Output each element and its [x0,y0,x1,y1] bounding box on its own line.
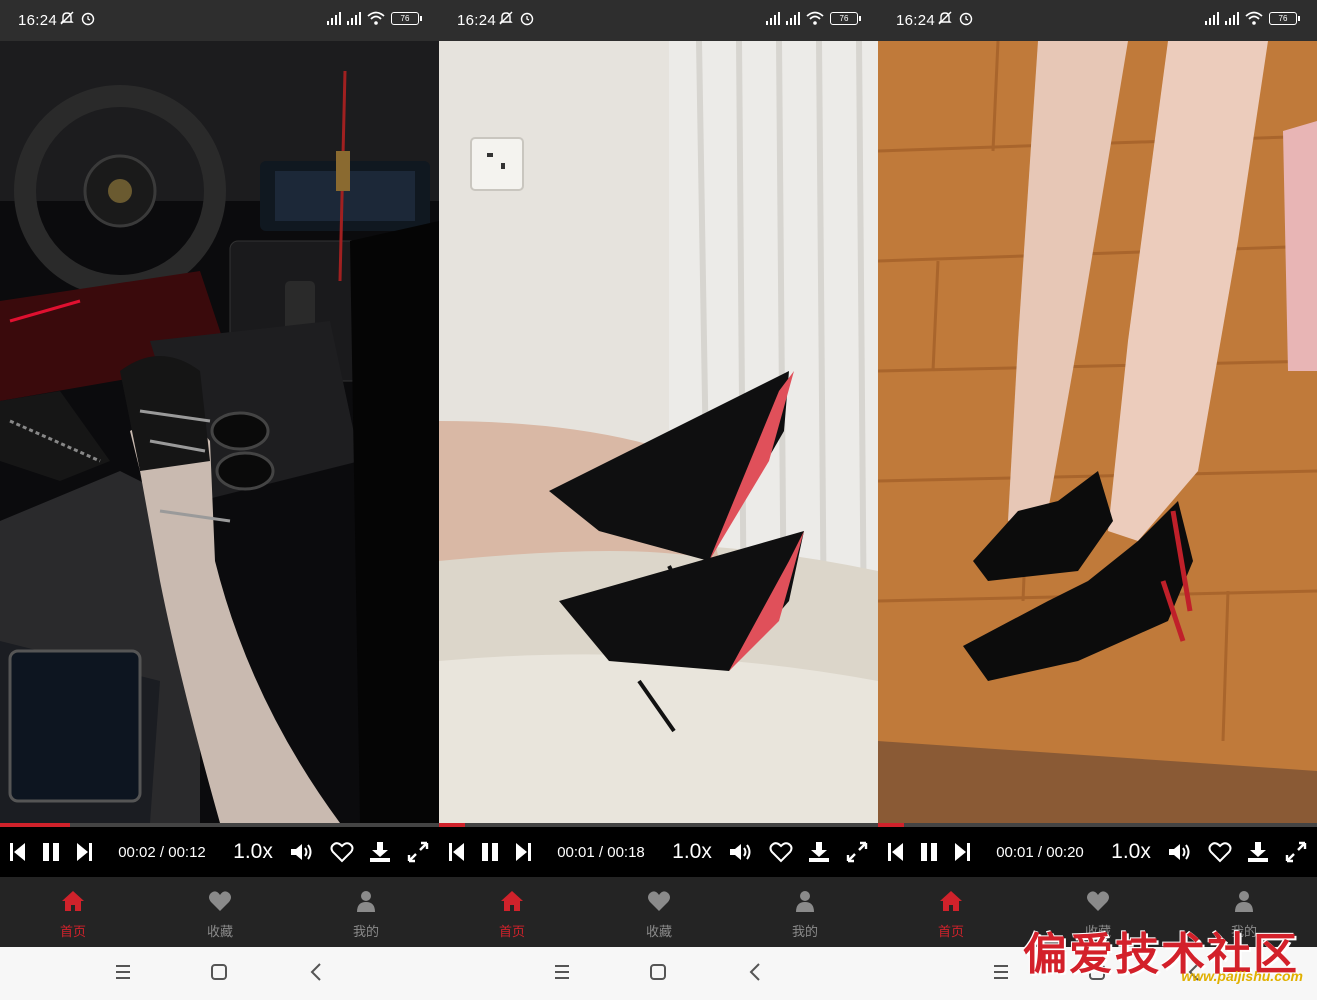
bottom-tab-bar: 首页 收藏 我的 [0,877,439,947]
status-time: 16:24 [18,12,58,29]
home-icon [940,891,962,911]
tab-home[interactable]: 首页 [462,877,562,947]
previous-icon[interactable] [884,827,908,877]
menu-icon[interactable] [547,957,577,987]
status-time: 16:24 [896,12,936,29]
signal-icon [1225,11,1239,25]
wifi-icon [806,11,824,25]
download-icon[interactable] [366,827,394,877]
menu-icon[interactable] [108,957,138,987]
tab-home[interactable]: 首页 [901,877,1001,947]
battery-icon: 76 [391,11,422,25]
home-square-icon[interactable] [643,957,673,987]
tab-profile[interactable]: 我的 [316,877,416,947]
tab-favorites[interactable]: 收藏 [609,877,709,947]
watermark: 偏爱技术社区 www.paijishu.com [1009,918,1309,993]
user-icon [796,891,814,912]
mute-icon [60,11,74,25]
status-bar: 16:24 76 [439,0,878,41]
heart-icon[interactable] [328,827,356,877]
back-icon[interactable] [302,957,332,987]
fullscreen-icon[interactable] [1282,827,1310,877]
signal-hd-icon [766,11,780,25]
tab-profile[interactable]: 我的 [755,877,855,947]
video-image-car-interior [0,41,439,823]
home-icon [501,891,523,911]
battery-icon: 76 [1269,11,1300,25]
signal-icon [347,11,361,25]
video-frame[interactable] [878,41,1317,823]
download-icon[interactable] [805,827,833,877]
pause-icon[interactable] [916,827,942,877]
tab-favorites[interactable]: 收藏 [170,877,270,947]
user-icon [1235,891,1253,912]
watermark-url: www.paijishu.com [1181,968,1303,984]
signal-hd-icon [1205,11,1219,25]
fullscreen-icon[interactable] [843,827,871,877]
signal-icon [786,11,800,25]
home-icon [62,891,84,911]
status-bar: 16:24 76 [0,0,439,41]
system-nav-bar [0,947,439,1000]
next-icon[interactable] [511,827,535,877]
battery-icon: 76 [830,11,861,25]
previous-icon[interactable] [6,827,30,877]
tab-label-profile: 我的 [352,924,379,939]
phone-screen-2: 16:24 76 00:01 / 00:18 1.0x 首页 收藏 我的 [439,0,878,1000]
wifi-icon [1245,11,1263,25]
pause-icon[interactable] [477,827,503,877]
next-icon[interactable] [72,827,96,877]
playback-speed-button[interactable]: 1.0x [1106,827,1156,877]
heart-icon[interactable] [1206,827,1234,877]
previous-icon[interactable] [445,827,469,877]
playback-speed-button[interactable]: 1.0x [228,827,278,877]
tab-label-home: 首页 [498,924,525,939]
user-icon [357,891,375,912]
bottom-tab-bar: 首页 收藏 我的 [439,877,878,947]
playback-speed-button[interactable]: 1.0x [667,827,717,877]
status-bar: 16:24 76 [878,0,1317,41]
video-image-heels-on-floor [878,41,1317,823]
mute-icon [499,11,513,25]
wifi-icon [367,11,385,25]
next-icon[interactable] [950,827,974,877]
tab-label-home: 首页 [937,924,964,939]
alarm-icon [81,12,95,26]
playback-time: 00:02 / 00:12 [118,843,206,861]
player-controls: 00:02 / 00:12 1.0x [0,827,439,877]
alarm-icon [959,12,973,26]
playback-time: 00:01 / 00:20 [996,843,1084,861]
player-controls: 00:01 / 00:18 1.0x [439,827,878,877]
tab-label-profile: 我的 [791,924,818,939]
signal-hd-icon [327,11,341,25]
video-frame[interactable] [439,41,878,823]
tab-label-favorites: 收藏 [645,924,672,939]
phone-screen-3: 16:24 76 00:01 / 00:20 1.0x 首页 收藏 我的 [878,0,1317,1000]
video-image-heels-on-sofa [439,41,878,823]
download-icon[interactable] [1244,827,1272,877]
volume-icon[interactable] [727,827,755,877]
mute-icon [938,11,952,25]
tab-label-favorites: 收藏 [206,924,233,939]
system-nav-bar [439,947,878,1000]
tab-home[interactable]: 首页 [23,877,123,947]
heart-icon [648,891,670,911]
status-time: 16:24 [457,12,497,29]
heart-icon[interactable] [767,827,795,877]
playback-time: 00:01 / 00:18 [557,843,645,861]
volume-icon[interactable] [1166,827,1194,877]
home-square-icon[interactable] [204,957,234,987]
fullscreen-icon[interactable] [404,827,432,877]
heart-icon [1087,891,1109,911]
heart-icon [209,891,231,911]
phone-screen-1: 16:24 76 00:02 / 00:12 1.0x 首页 收藏 我的 [0,0,439,1000]
alarm-icon [520,12,534,26]
player-controls: 00:01 / 00:20 1.0x [878,827,1317,877]
back-icon[interactable] [741,957,771,987]
volume-icon[interactable] [288,827,316,877]
tab-label-home: 首页 [59,924,86,939]
pause-icon[interactable] [38,827,64,877]
video-frame[interactable] [0,41,439,823]
